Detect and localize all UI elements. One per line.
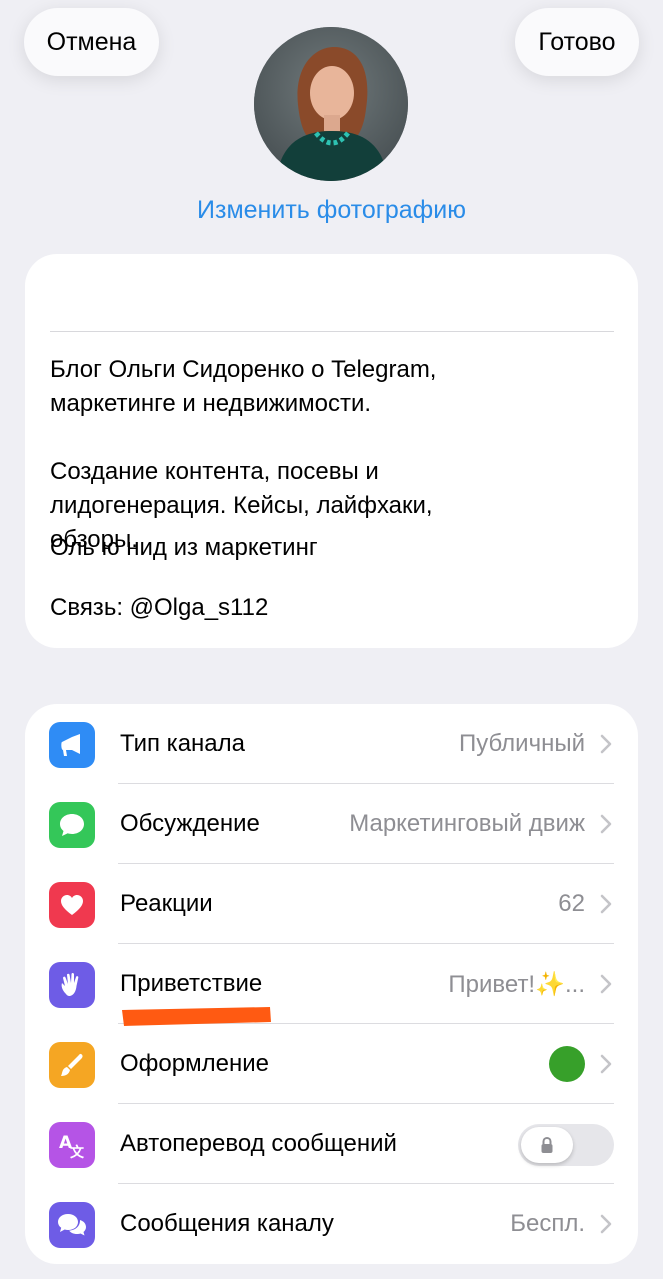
settings-row-label: Автоперевод сообщений [120, 1130, 397, 1157]
svg-text:文: 文 [70, 1144, 85, 1160]
lock-icon [541, 1136, 553, 1153]
chat-bubbles-icon [49, 1202, 95, 1248]
chevron-right-icon [600, 894, 612, 914]
cancel-button[interactable]: Отмена [24, 8, 159, 76]
settings-row-label: Тип канала [120, 730, 246, 757]
settings-row-value: Публичный [458, 730, 585, 757]
settings-row-label: Оформление [120, 1050, 269, 1077]
brush-icon [49, 1042, 95, 1088]
settings-row-reactions[interactable]: Реакции 62 [25, 864, 638, 944]
chat-bubble-icon [49, 802, 95, 848]
waving-hand-icon [49, 962, 95, 1008]
chevron-right-icon [600, 1054, 612, 1074]
translate-icon: A 文 [49, 1122, 95, 1168]
divider [50, 331, 614, 332]
channel-description-field[interactable]: Блог Ольги Сидоренко о Telegram, маркети… [50, 353, 610, 625]
settings-row-label: Обсуждение [120, 810, 260, 837]
toggle-knob [521, 1127, 573, 1163]
chevron-right-icon [600, 974, 612, 994]
auto-translate-toggle[interactable] [518, 1124, 614, 1166]
settings-row-value: Маркетинговый движ [349, 810, 585, 837]
chevron-right-icon [600, 734, 612, 754]
settings-row-value: Привет!✨... [448, 970, 585, 998]
appearance-color-swatch [549, 1046, 585, 1082]
change-photo-link[interactable]: Изменить фотографию [0, 196, 663, 225]
settings-row-value: Беспл. [510, 1210, 585, 1237]
settings-row-auto-translate: A 文 Автоперевод сообщений [25, 1104, 638, 1184]
chevron-right-icon [600, 1214, 612, 1234]
settings-row-label: Реакции [120, 890, 213, 917]
settings-row-greeting[interactable]: Приветствие Привет!✨... [25, 944, 638, 1024]
heart-icon [49, 882, 95, 928]
settings-row-value: 62 [558, 890, 585, 917]
settings-row-channel-messages[interactable]: Сообщения каналу Беспл. [25, 1184, 638, 1264]
megaphone-icon [49, 722, 95, 768]
done-button[interactable]: Готово [515, 8, 639, 76]
settings-row-channel-type[interactable]: Тип канала Публичный [25, 704, 638, 784]
settings-row-appearance[interactable]: Оформление [25, 1024, 638, 1104]
settings-row-label: Сообщения каналу [120, 1210, 334, 1237]
profile-photo [254, 27, 408, 181]
avatar[interactable] [254, 27, 408, 181]
settings-row-discussion[interactable]: Обсуждение Маркетинговый движ [25, 784, 638, 864]
chevron-right-icon [600, 814, 612, 834]
